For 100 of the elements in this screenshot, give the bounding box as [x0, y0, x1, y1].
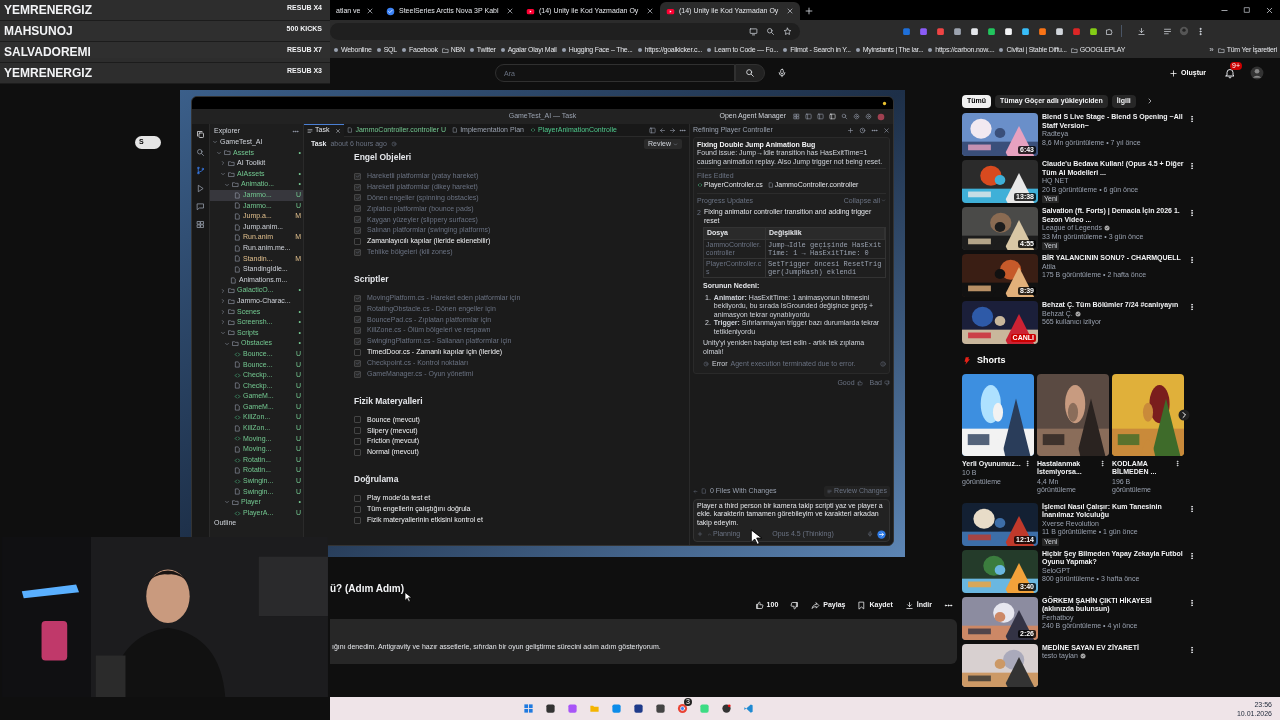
- chat-icon[interactable]: [196, 202, 205, 211]
- checkbox[interactable]: [354, 227, 361, 235]
- checkbox[interactable]: [354, 194, 361, 202]
- task-icon: [307, 127, 313, 134]
- send-icon[interactable]: [877, 529, 886, 539]
- avatar-icon[interactable]: [877, 112, 885, 121]
- code-file-icon: [234, 435, 241, 443]
- checkbox[interactable]: [354, 294, 361, 302]
- run-icon[interactable]: [196, 184, 205, 193]
- notifications-icon[interactable]: [1224, 67, 1236, 79]
- close-icon[interactable]: [366, 7, 374, 15]
- dislike-button[interactable]: [790, 600, 800, 610]
- more-icon[interactable]: [1188, 551, 1196, 560]
- checkbox[interactable]: [354, 494, 361, 502]
- checkbox[interactable]: [354, 370, 361, 378]
- app-icon[interactable]: [655, 703, 666, 714]
- media-icon[interactable]: [1163, 26, 1172, 36]
- search-icon[interactable]: [196, 148, 205, 157]
- checkbox[interactable]: [354, 248, 361, 256]
- next-icon[interactable]: [1178, 408, 1190, 421]
- explorer-icon[interactable]: [196, 130, 205, 139]
- shorts-icon: [962, 355, 972, 366]
- more-icon[interactable]: [1188, 645, 1196, 654]
- more-icon[interactable]: [1188, 115, 1196, 123]
- more-icon[interactable]: [1188, 598, 1196, 607]
- avatar-icon[interactable]: [1250, 66, 1264, 80]
- checkbox[interactable]: [354, 438, 361, 446]
- gear-icon[interactable]: [853, 113, 860, 120]
- download-icon[interactable]: [1137, 26, 1146, 36]
- site-icon: [468, 47, 475, 53]
- app-icon[interactable]: [677, 703, 688, 714]
- more-bookmarks-button[interactable]: »: [1209, 44, 1214, 56]
- sidebar-icon[interactable]: [805, 113, 812, 120]
- site-icon: [998, 47, 1005, 53]
- code-file-icon: [234, 350, 241, 358]
- star-icon[interactable]: [783, 26, 792, 36]
- more-icon[interactable]: [1174, 459, 1181, 467]
- checkbox[interactable]: [354, 505, 361, 513]
- file-icon: [234, 403, 241, 411]
- site-icon: [706, 47, 713, 53]
- panel-icon[interactable]: [817, 113, 824, 120]
- file-icon: [234, 446, 241, 453]
- checkbox[interactable]: [354, 316, 361, 324]
- cast-icon[interactable]: [749, 26, 758, 36]
- puzzle-icon[interactable]: [1105, 26, 1114, 36]
- checkbox[interactable]: [354, 427, 361, 435]
- more-icon[interactable]: [1024, 459, 1031, 467]
- close-icon[interactable]: [646, 7, 654, 15]
- back-icon[interactable]: [659, 126, 666, 134]
- more-icon[interactable]: [1188, 504, 1196, 513]
- code-file-icon: [234, 414, 241, 422]
- more-icon[interactable]: [1188, 303, 1196, 311]
- thumbs-up-icon: [856, 379, 863, 386]
- start-icon[interactable]: [523, 703, 534, 714]
- site-icon: [333, 47, 339, 53]
- more-icon[interactable]: [1188, 256, 1196, 264]
- source-control-icon[interactable]: [196, 166, 205, 175]
- app-icon[interactable]: [545, 703, 556, 714]
- checkbox[interactable]: [354, 305, 361, 313]
- maximize-icon[interactable]: [1243, 6, 1251, 14]
- checkbox[interactable]: [354, 449, 361, 457]
- video-title: ü? (Adım Adım): [330, 582, 405, 595]
- plus-icon[interactable]: [847, 127, 854, 134]
- thumbs-down-icon: [790, 600, 800, 610]
- close-icon[interactable]: [506, 7, 514, 15]
- app-icon[interactable]: [633, 703, 644, 714]
- cursor-icon: [748, 529, 765, 545]
- more-icon[interactable]: [1188, 209, 1196, 217]
- extensions-icon[interactable]: [196, 220, 205, 229]
- split-icon[interactable]: [649, 126, 656, 134]
- checkbox[interactable]: [354, 338, 361, 346]
- history-icon[interactable]: [859, 127, 866, 134]
- checkbox[interactable]: [354, 205, 361, 213]
- layout-icon[interactable]: [793, 113, 800, 120]
- checkbox[interactable]: [354, 216, 361, 224]
- checkbox[interactable]: [354, 416, 361, 424]
- checkbox[interactable]: [354, 359, 361, 367]
- close-icon[interactable]: [335, 127, 342, 134]
- checkbox[interactable]: [354, 238, 361, 246]
- more-icon[interactable]: [1188, 162, 1196, 170]
- checkbox[interactable]: [354, 172, 361, 180]
- zoom-icon[interactable]: [766, 26, 775, 36]
- checkbox[interactable]: [354, 349, 361, 356]
- section-heading: Doğrulama: [354, 473, 400, 486]
- thumbs-down-icon: [884, 379, 890, 386]
- checkbox[interactable]: [354, 183, 361, 191]
- new-tab-icon[interactable]: [804, 6, 814, 16]
- close-icon[interactable]: [1265, 5, 1274, 15]
- checkbox[interactable]: [354, 516, 361, 524]
- more-icon[interactable]: [1099, 459, 1106, 467]
- checkbox[interactable]: [354, 327, 361, 335]
- search-icon[interactable]: [841, 113, 848, 120]
- close-icon[interactable]: [883, 127, 890, 134]
- file-icon: [347, 127, 354, 133]
- search-button[interactable]: [735, 64, 765, 82]
- close-icon[interactable]: [786, 7, 794, 15]
- menu-icon[interactable]: [1196, 26, 1205, 36]
- app-icon[interactable]: [721, 703, 732, 714]
- settings-icon[interactable]: [865, 113, 872, 120]
- forward-icon[interactable]: [669, 126, 676, 134]
